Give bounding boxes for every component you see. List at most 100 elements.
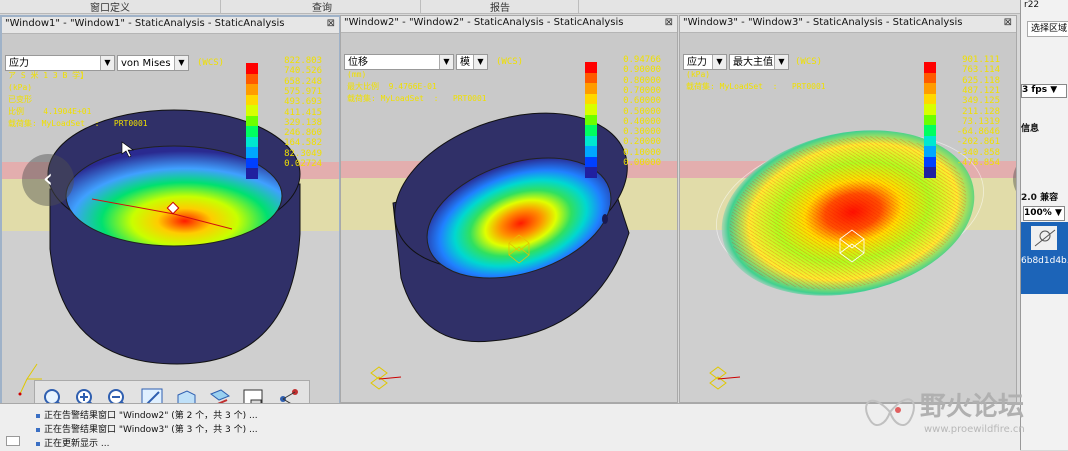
- prev-slide-button[interactable]: ‹: [22, 154, 74, 206]
- legend-value: 82.3049: [284, 148, 322, 159]
- legend-value: -64.8646: [956, 127, 1000, 138]
- thumbnail-tile[interactable]: 6b8d1d4b.: [1021, 222, 1068, 294]
- legend-swatch: [585, 125, 597, 136]
- close-icon[interactable]: ⊠: [327, 18, 335, 29]
- window-titlebar: "Window2" - "Window2" - StaticAnalysis -…: [341, 16, 677, 33]
- zoom-dropdown[interactable]: 100% ▼: [1023, 206, 1065, 221]
- window-title: "Window2" - "Window2" - StaticAnalysis -…: [344, 17, 624, 28]
- bullet-icon: [36, 427, 40, 432]
- wcs-label: (WCS): [197, 58, 225, 68]
- legend-value: 211.128: [962, 106, 1000, 117]
- dropdown-value: 应力: [687, 57, 707, 68]
- legend-swatch: [924, 114, 936, 125]
- legend-swatch: [924, 62, 936, 73]
- status-message: 正在更新显示 ...: [36, 436, 109, 449]
- dropdown-value: von Mises: [121, 58, 171, 69]
- thumbnail-icon: [1031, 226, 1057, 250]
- legend-swatch: [924, 125, 936, 136]
- window-title: "Window1" - "Window1" - StaticAnalysis -…: [5, 18, 285, 29]
- legend-swatch: [924, 72, 936, 83]
- result-window-2[interactable]: "Window2" - "Window2" - StaticAnalysis -…: [340, 15, 678, 403]
- panel-text: r22: [1024, 0, 1040, 10]
- legend-swatch: [246, 63, 258, 74]
- chevron-down-icon: ▼: [473, 55, 487, 69]
- legend-swatch: [246, 105, 258, 116]
- butterfly-logo-icon: [865, 398, 915, 427]
- info-label: 信息: [1021, 124, 1040, 134]
- close-icon[interactable]: ⊠: [665, 17, 673, 28]
- legend-value: 246.860: [284, 128, 322, 139]
- watermark-text: 野火论坛: [920, 392, 1025, 422]
- viewport[interactable]: 位移 ▼ 模 ▼ (WCS) (mm) 最大比例 9.4766E-01 载荷集: M…: [341, 33, 677, 402]
- legend-swatch: [585, 167, 597, 178]
- legend-swatch: [585, 146, 597, 157]
- window-title: "Window3" - "Window3" - StaticAnalysis -…: [683, 17, 963, 28]
- legend-value: 493.693: [284, 97, 322, 108]
- menu-item-window-definition[interactable]: 窗口定义: [90, 0, 130, 14]
- chevron-down-icon: ▼: [174, 56, 188, 70]
- result-window-1[interactable]: "Window1" - "Window1" - StaticAnalysis -…: [0, 15, 341, 405]
- result-type-dropdown[interactable]: 位移 ▼: [344, 54, 454, 70]
- dropdown-value: 位移: [348, 57, 368, 68]
- legend-swatch: [246, 136, 258, 147]
- legend-swatch: [924, 93, 936, 104]
- legend-value: 0.80000: [623, 75, 661, 86]
- legend-value: 0.02724: [284, 159, 322, 169]
- select-region-button[interactable]: 选择区域: [1027, 21, 1068, 37]
- legend-value: 0.30000: [623, 127, 661, 138]
- legend-value: 822.803: [284, 56, 322, 66]
- legend-swatch: [246, 94, 258, 105]
- legend-swatch: [924, 167, 936, 178]
- legend-value: 329.138: [284, 117, 322, 128]
- thumbnail-label: 6b8d1d4b.: [1021, 256, 1068, 266]
- bullet-icon: [36, 413, 40, 418]
- legend-value: 901.111: [962, 55, 1000, 65]
- viewport[interactable]: 应力 ▼ 最大主值 ▼ (WCS) (kPa) 载荷集: MyLoadSet : P…: [680, 33, 1016, 402]
- fps-dropdown[interactable]: 3 fps ▼: [1021, 84, 1067, 98]
- component-dropdown[interactable]: 最大主值 ▼: [729, 54, 789, 70]
- result-type-dropdown[interactable]: 应力 ▼: [5, 55, 115, 71]
- result-info-text: (kPa) 载荷集: MyLoadSet : PRT0001: [686, 70, 826, 91]
- menu-bar: 窗口定义 查询 报告: [0, 0, 1020, 14]
- close-icon[interactable]: ⊠: [1004, 17, 1012, 28]
- result-window-3[interactable]: "Window3" - "Window3" - StaticAnalysis -…: [679, 15, 1017, 403]
- dropdown-value: 模: [460, 57, 470, 68]
- legend-swatch: [585, 114, 597, 125]
- legend-value: 763.114: [962, 65, 1000, 76]
- legend-value: 740.526: [284, 66, 322, 77]
- legend-swatch: [246, 147, 258, 158]
- legend-value: 0.10000: [623, 147, 661, 158]
- status-toggle[interactable]: [6, 436, 20, 446]
- legend-value: 73.1319: [962, 116, 1000, 127]
- viewport[interactable]: 应力 ▼ von Mises ▼ (WCS) ア S 米 1 3 B 学】 (kPa…: [2, 34, 339, 403]
- legend-swatch: [924, 146, 936, 157]
- legend-swatch: [585, 156, 597, 167]
- legend-swatch: [246, 157, 258, 168]
- result-type-dropdown[interactable]: 应力 ▼: [683, 54, 727, 70]
- status-message: 正在告警结果窗口 "Window2" (第 2 个，共 3 个) ...: [36, 408, 258, 421]
- result-info-text: (mm) 最大比例 9.4766E-01 载荷集: MyLoadSet : PR…: [347, 70, 487, 103]
- legend-value: 349.125: [962, 96, 1000, 107]
- legend-value: 0.90000: [623, 65, 661, 76]
- legend-value: -340.858: [956, 147, 1000, 158]
- window-titlebar: "Window1" - "Window1" - StaticAnalysis -…: [2, 17, 339, 34]
- legend-swatch: [246, 168, 258, 179]
- legend-swatch: [585, 93, 597, 104]
- dropdown-value: 最大主值: [733, 57, 773, 68]
- window-titlebar: "Window3" - "Window3" - StaticAnalysis -…: [680, 16, 1016, 33]
- chevron-down-icon: ▼: [774, 55, 788, 69]
- legend-swatch: [924, 83, 936, 94]
- legend-value: -478.854: [956, 158, 1000, 168]
- legend-value: -202.861: [956, 137, 1000, 148]
- legend-swatch: [924, 156, 936, 167]
- menu-item-report[interactable]: 报告: [490, 0, 510, 14]
- component-dropdown[interactable]: 模 ▼: [456, 54, 488, 70]
- compat-label: 2.0 兼容: [1021, 193, 1059, 203]
- legend-value: 575.971: [284, 86, 322, 97]
- component-dropdown[interactable]: von Mises ▼: [117, 55, 189, 71]
- legend-swatch: [585, 62, 597, 73]
- legend-value: 411.415: [284, 107, 322, 118]
- chevron-down-icon: ▼: [712, 55, 726, 69]
- legend-swatch: [246, 84, 258, 95]
- menu-item-query[interactable]: 查询: [312, 0, 332, 14]
